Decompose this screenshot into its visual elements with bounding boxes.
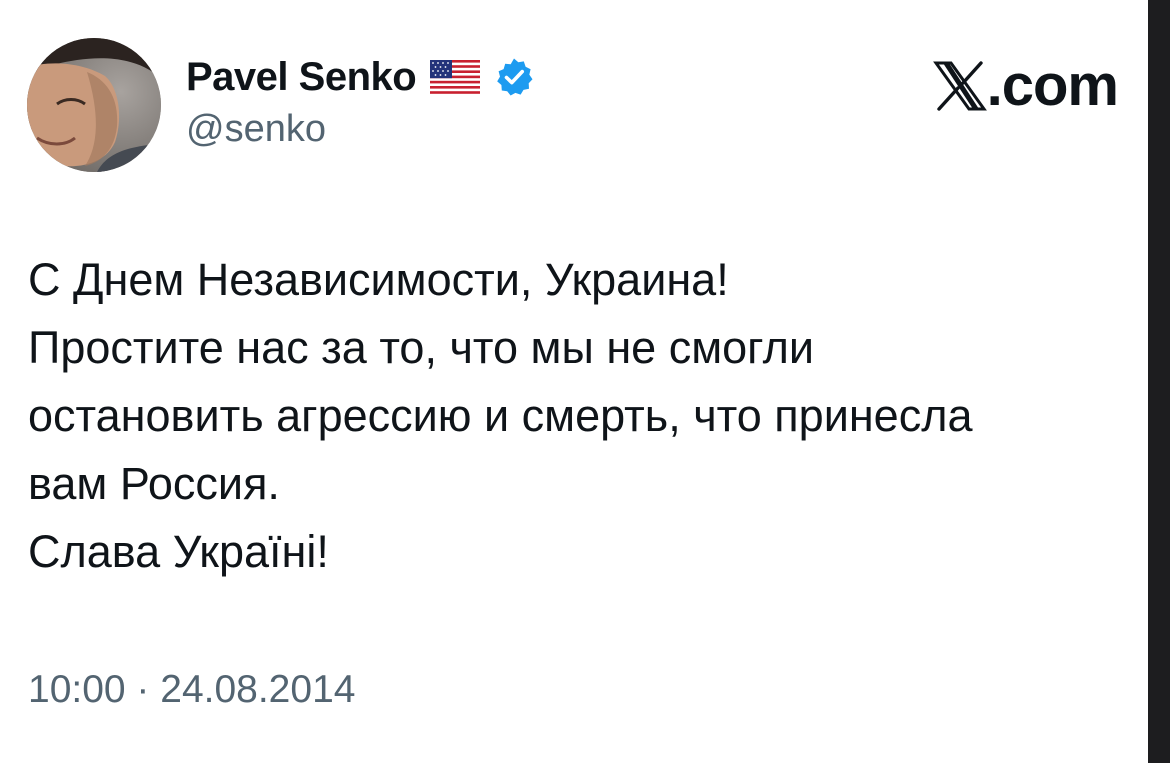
author-handle[interactable]: @senko — [186, 108, 326, 151]
tweet-card: Pavel Senko @senko .com С Днем Независим… — [0, 0, 1170, 763]
brand-domain-suffix: .com — [986, 53, 1119, 118]
tweet-text: С Днем Независимости, Украина! Простите … — [28, 246, 1128, 586]
us-flag-icon — [430, 60, 481, 94]
screen-edge — [1148, 0, 1170, 763]
brand-mark: .com — [932, 53, 1119, 118]
tweet-line: Простите нас за то, что мы не смогли — [28, 322, 814, 373]
tweet-line: остановить агрессию и смерть, что принес… — [28, 390, 973, 441]
tweet-line: вам Россия. — [28, 458, 280, 509]
tweet-line: Слава Україні! — [28, 526, 329, 577]
avatar-photo — [27, 38, 161, 172]
display-name[interactable]: Pavel Senko — [186, 55, 417, 100]
x-logo-icon — [932, 61, 987, 111]
author-name-row: Pavel Senko — [186, 52, 534, 102]
tweet-line: С Днем Независимости, Украина! — [28, 254, 729, 305]
avatar[interactable] — [27, 38, 161, 172]
verified-badge-icon — [497, 58, 533, 96]
tweet-timestamp[interactable]: 10:00 · 24.08.2014 — [28, 668, 355, 712]
